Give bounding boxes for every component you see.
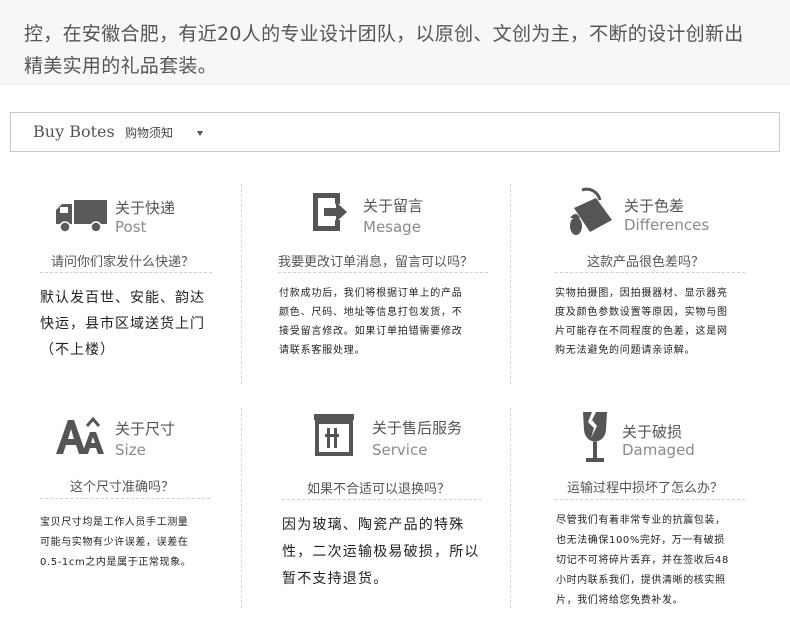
column-divider (241, 408, 242, 608)
service-body-line: 性，二次运输极易破损，所以 (282, 544, 480, 560)
post-body: 默认发百世、安能、韵达 快运，县市区域送货上门 （不上楼） (40, 285, 205, 363)
message-title-cn: 关于留言 (363, 197, 424, 215)
damaged-body-line: 切记不可将碎片丢弃，并在签收后48 (556, 555, 729, 566)
size-title-cn: 关于尺寸 (115, 420, 176, 438)
differences-question-underline (555, 272, 745, 273)
differences-body-line: 实物拍摄图，因拍摄器材、显示器亮 (555, 288, 728, 299)
intro-line-3: 精美实用的礼品套装。 (24, 55, 218, 77)
differences-title-en: Differences (624, 216, 710, 234)
size-body-line: 宝贝尺寸均是工作人员手工测量 (40, 517, 189, 528)
damaged-body-line: 尽管我们有着非常专业的抗震包装， (556, 515, 726, 526)
post-title-cn: 关于快递 (115, 199, 176, 217)
service-box-icon (312, 412, 356, 460)
differences-body-line: 购无法避免的问题请亲谅解。 (555, 345, 696, 356)
message-question-underline (278, 272, 488, 273)
post-question: 请问你们家发什么快递？ (51, 255, 195, 270)
differences-body-line: 片可能存在不同程度的色差，这是网 (555, 326, 728, 337)
buy-notes-title-cn: 购物须知 (125, 126, 174, 140)
post-title-en: Post (115, 218, 147, 236)
size-aa-icon (54, 414, 106, 462)
damaged-question-underline (555, 499, 745, 500)
damaged-title-en: Damaged (622, 441, 695, 459)
damaged-title-cn: 关于破损 (622, 423, 683, 441)
size-body-line: 0.5-1cm之内是属于正常现象。 (40, 557, 192, 568)
differences-body-line: 度及颜色参数设置等原因，实物与图 (555, 307, 728, 318)
service-body: 因为玻璃、陶瓷产品的特殊 性，二次运输极易破损，所以 暂不支持退货。 (282, 512, 480, 593)
damaged-body: 尽管我们有着非常专业的抗震包装， 也无法确保100%完好，万一有破损 切记不可将… (556, 511, 729, 611)
message-title-en: Mesage (363, 218, 421, 236)
post-body-line: （不上楼） (40, 342, 115, 358)
service-question: 如果不合适可以退换吗？ (307, 482, 451, 497)
size-question: 这个尺寸准确吗？ (70, 480, 175, 495)
paint-bucket-icon (566, 186, 618, 244)
service-title-cn: 关于售后服务 (372, 419, 463, 437)
damaged-body-line: 小时内联系我们，提供清晰的核实照 (556, 575, 726, 586)
buy-notes-bar[interactable]: Buy Botes 购物须知 (10, 112, 780, 152)
message-body-line: 请联系客服处理。 (279, 345, 366, 356)
damaged-body-line: 片，我们将给您免费补发。 (556, 595, 684, 606)
message-body-line: 颜色、尺码、地址等信息打包发货，不 (279, 307, 463, 318)
message-body-line: 接受留言修改。如果订单拍错需要修改 (279, 326, 463, 337)
dropdown-caret-icon (197, 131, 203, 136)
message-body-line: 付款成功后，我们将根据订单上的产品 (279, 288, 463, 299)
column-divider (510, 408, 511, 608)
size-body-line: 可能与实物有少许误差，误差在 (40, 537, 189, 548)
differences-question: 这款产品很色差吗？ (587, 255, 705, 270)
damaged-question: 运输过程中损坏了怎么办？ (567, 481, 724, 496)
broken-glass-icon (580, 410, 610, 470)
damaged-body-line: 也无法确保100%完好，万一有破损 (556, 535, 725, 546)
buy-notes-title-en: Buy Botes (33, 122, 115, 141)
intro-section: 控，在安徽合肥，有近20人的专业设计团队，以原创、文创为主，不断的设计创新出 精… (0, 0, 790, 85)
differences-title-cn: 关于色差 (624, 197, 685, 215)
post-question-underline (40, 272, 212, 273)
truck-icon (54, 198, 108, 238)
size-body: 宝贝尺寸均是工作人员手工测量 可能与实物有少许误差，误差在 0.5-1cm之内是… (40, 513, 191, 573)
intro-line-2: 控，在安徽合肥，有近20人的专业设计团队，以原创、文创为主，不断的设计创新出 (24, 23, 744, 45)
service-body-line: 暂不支持退货。 (282, 571, 389, 587)
service-title-en: Service (372, 441, 428, 459)
column-divider (510, 184, 511, 384)
size-title-en: Size (115, 441, 146, 459)
column-divider (241, 184, 242, 384)
message-question: 我要更改订单消息，留言可以吗？ (278, 255, 474, 270)
size-question-underline (40, 498, 210, 499)
service-question-underline (282, 499, 482, 500)
post-body-line: 快运，县市区域送货上门 (40, 316, 205, 332)
message-body: 付款成功后，我们将根据订单上的产品 颜色、尺码、地址等信息打包发货，不 接受留言… (279, 284, 463, 360)
differences-body: 实物拍摄图，因拍摄器材、显示器亮 度及颜色参数设置等原因，实物与图 片可能存在不… (555, 284, 728, 360)
service-body-line: 因为玻璃、陶瓷产品的特殊 (282, 517, 465, 533)
post-body-line: 默认发百世、安能、韵达 (40, 290, 205, 306)
message-icon (310, 190, 350, 238)
